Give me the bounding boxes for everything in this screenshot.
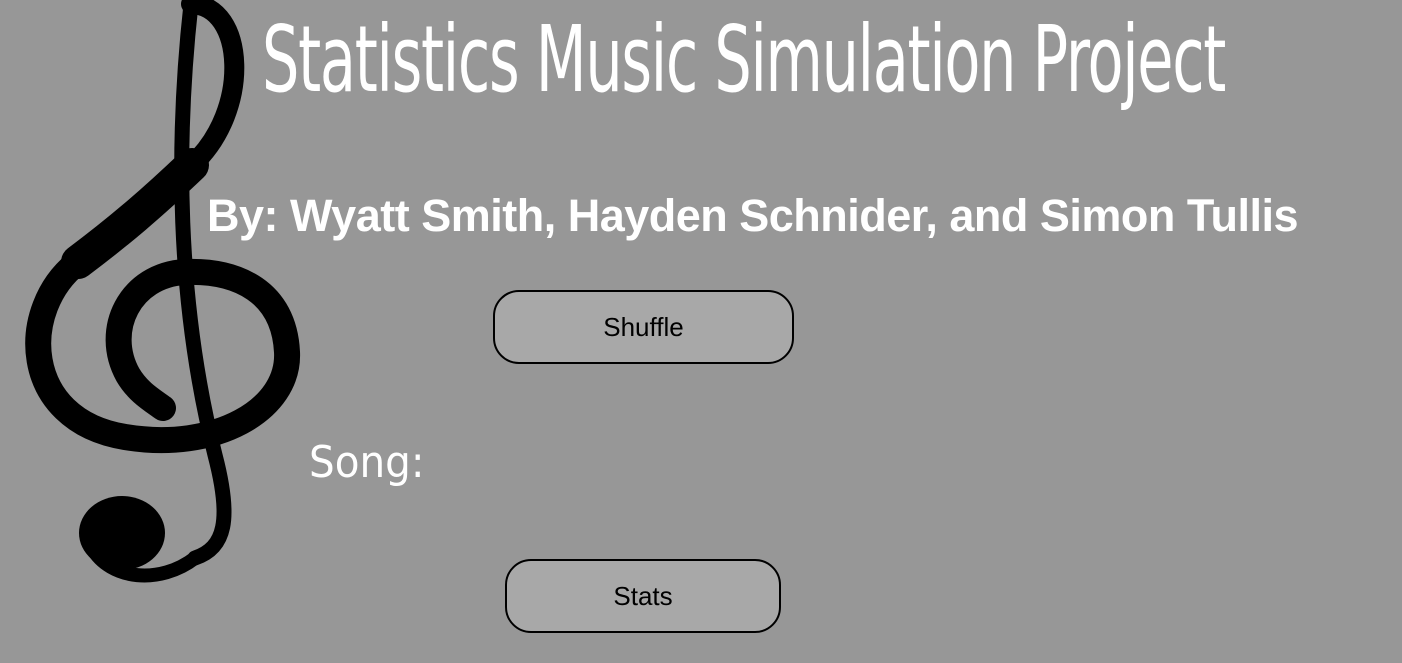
stats-button[interactable]: Stats <box>505 559 781 633</box>
song-label: Song: <box>309 437 425 488</box>
authors-byline: By: Wyatt Smith, Hayden Schnider, and Si… <box>207 190 1299 241</box>
page-title: Statistics Music Simulation Project <box>262 6 1226 113</box>
shuffle-button[interactable]: Shuffle <box>493 290 794 364</box>
